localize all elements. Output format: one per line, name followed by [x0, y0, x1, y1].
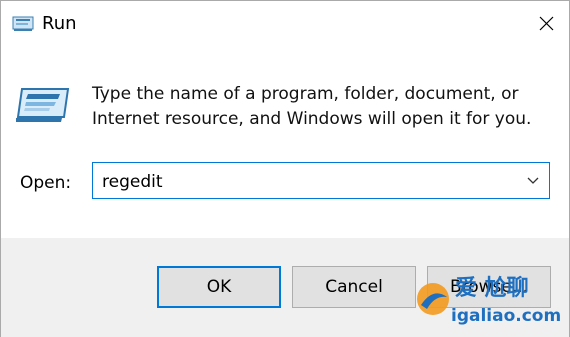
description-text: Type the name of a program, folder, docu… — [92, 82, 552, 132]
run-dialog: Run Type the name of a program, folder, … — [0, 0, 570, 337]
chevron-down-icon — [527, 177, 539, 184]
watermark-logo: 爱 尬聊 igaliao.com — [417, 275, 561, 326]
window-title: Run — [42, 13, 77, 34]
title-bar: Run — [1, 1, 569, 47]
open-combobox[interactable]: regedit — [92, 162, 550, 199]
svg-text:igaliao.com: igaliao.com — [451, 306, 561, 326]
description-line-1: Type the name of a program, folder, docu… — [92, 84, 519, 104]
close-icon — [539, 16, 554, 31]
dropdown-button[interactable] — [517, 163, 549, 198]
cancel-button[interactable]: Cancel — [292, 266, 416, 308]
open-input[interactable]: regedit — [102, 172, 163, 192]
svg-text:爱 尬聊: 爱 尬聊 — [455, 275, 529, 301]
run-app-icon — [16, 88, 70, 122]
close-button[interactable] — [523, 1, 569, 47]
description-line-2: Internet resource, and Windows will open… — [92, 109, 532, 129]
open-label: Open: — [20, 173, 72, 193]
ok-button[interactable]: OK — [157, 266, 281, 308]
run-icon — [12, 16, 34, 31]
